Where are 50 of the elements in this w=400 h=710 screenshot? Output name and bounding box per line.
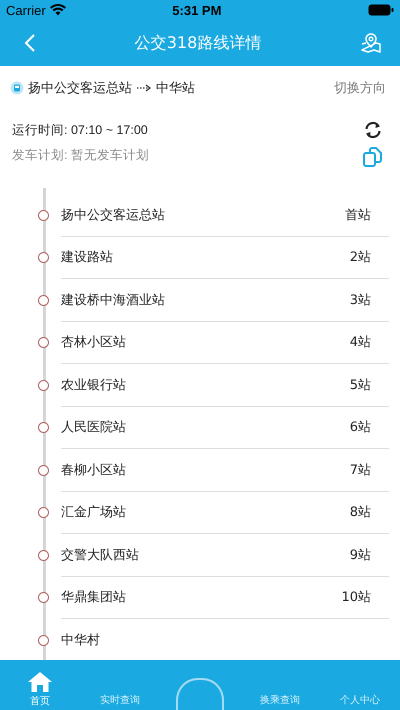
route-to: 中华站 — [156, 80, 195, 97]
station-marker-icon — [38, 550, 49, 561]
station-name[interactable]: 汇金广场站 — [61, 503, 126, 522]
battery-icon — [368, 4, 394, 16]
station-marker-icon — [38, 507, 49, 518]
home-icon — [27, 671, 53, 693]
map-pin-icon[interactable] — [360, 32, 382, 54]
carrier-label: Carrier — [6, 2, 46, 18]
station-order: 8站 — [350, 504, 371, 522]
center-button[interactable] — [176, 678, 224, 710]
station-name[interactable]: 中华村 — [61, 630, 100, 649]
station-order: 10站 — [341, 589, 371, 606]
switch-direction-button[interactable]: 切换方向 — [334, 79, 386, 97]
station-name[interactable]: 华鼎集团站 — [61, 588, 126, 606]
station-order: 4站 — [350, 334, 371, 352]
arrow-icon — [136, 83, 152, 93]
bus-icon — [10, 81, 24, 95]
station-marker-icon — [38, 252, 49, 264]
station-order: 7站 — [350, 462, 371, 479]
departure-plan: 发车计划: 暂无发车计划 — [12, 147, 149, 164]
station-name[interactable]: 春柳小区站 — [61, 460, 126, 479]
station-marker-icon — [38, 294, 49, 306]
station-name[interactable]: 交警大队西站 — [61, 546, 139, 564]
station-marker-icon — [38, 464, 49, 476]
station-order: 首站 — [345, 206, 371, 224]
station-name[interactable]: 建设桥中海酒业站 — [61, 290, 165, 309]
wifi-icon — [50, 4, 66, 16]
route-from: 扬中公交客运总站 — [28, 80, 132, 97]
station-marker-icon — [38, 422, 49, 434]
station-marker-icon — [38, 380, 49, 391]
station-marker-icon — [38, 337, 49, 348]
station-name[interactable]: 扬中公交客运总站 — [61, 206, 165, 224]
station-name[interactable]: 建设路站 — [61, 248, 113, 266]
page-title: 公交318路线详情 — [134, 32, 262, 54]
refresh-icon[interactable] — [363, 120, 383, 140]
station-order: 5站 — [350, 376, 371, 394]
station-marker-icon — [38, 634, 49, 646]
station-order: 6站 — [350, 419, 371, 436]
copy-icon[interactable] — [362, 146, 384, 168]
station-marker-icon — [38, 210, 49, 221]
station-marker-icon — [38, 592, 49, 604]
station-name[interactable]: 人民医院站 — [61, 418, 126, 436]
clock-label: 5:31 PM — [171, 2, 222, 18]
station-order: 2站 — [350, 249, 371, 266]
station-order: 9站 — [350, 546, 371, 564]
back-icon[interactable] — [24, 33, 36, 53]
operating-hours: 运行时间: 07:10 ~ 17:00 — [12, 122, 149, 139]
station-name[interactable]: 农业银行站 — [61, 376, 126, 394]
station-name[interactable]: 杏林小区站 — [61, 333, 126, 352]
station-order: 3站 — [350, 292, 371, 309]
